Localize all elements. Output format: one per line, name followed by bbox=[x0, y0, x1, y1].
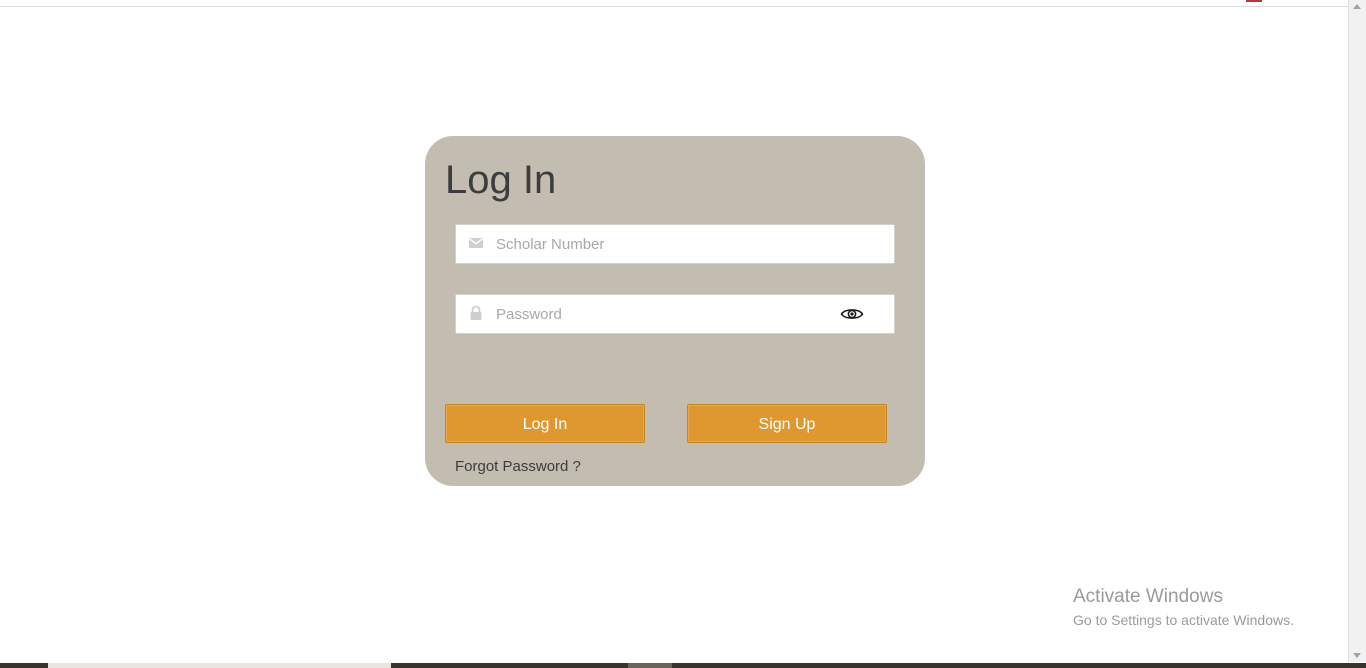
envelope-icon bbox=[468, 235, 484, 251]
show-password-eye-icon[interactable] bbox=[840, 305, 864, 323]
password-input[interactable] bbox=[496, 295, 836, 333]
watermark-title: Activate Windows bbox=[1073, 586, 1223, 607]
page-scrollbar[interactable] bbox=[1348, 0, 1366, 662]
taskbar-segment bbox=[48, 663, 391, 668]
forgot-password-link[interactable]: Forgot Password ? bbox=[455, 458, 581, 475]
browser-top-edge bbox=[0, 0, 1349, 7]
windows-activation-watermark: Activate Windows Go to Settings to activ… bbox=[1073, 586, 1294, 630]
taskbar-edge bbox=[0, 663, 1366, 668]
taskbar-segment bbox=[628, 663, 672, 668]
signup-button[interactable]: Sign Up bbox=[687, 404, 887, 443]
password-field bbox=[455, 294, 895, 334]
login-title: Log In bbox=[445, 158, 557, 202]
scholar-number-input[interactable] bbox=[496, 225, 836, 263]
scroll-up-arrow-icon[interactable] bbox=[1353, 4, 1361, 9]
login-card: Log In Log In Sign Up Forgot Pass bbox=[425, 136, 925, 486]
top-edge-marker bbox=[1246, 0, 1262, 2]
login-button[interactable]: Log In bbox=[445, 404, 645, 443]
lock-icon bbox=[468, 305, 484, 321]
watermark-subtitle: Go to Settings to activate Windows. bbox=[1073, 612, 1294, 628]
scholar-number-field bbox=[455, 224, 895, 264]
scroll-down-arrow-icon[interactable] bbox=[1353, 653, 1361, 658]
